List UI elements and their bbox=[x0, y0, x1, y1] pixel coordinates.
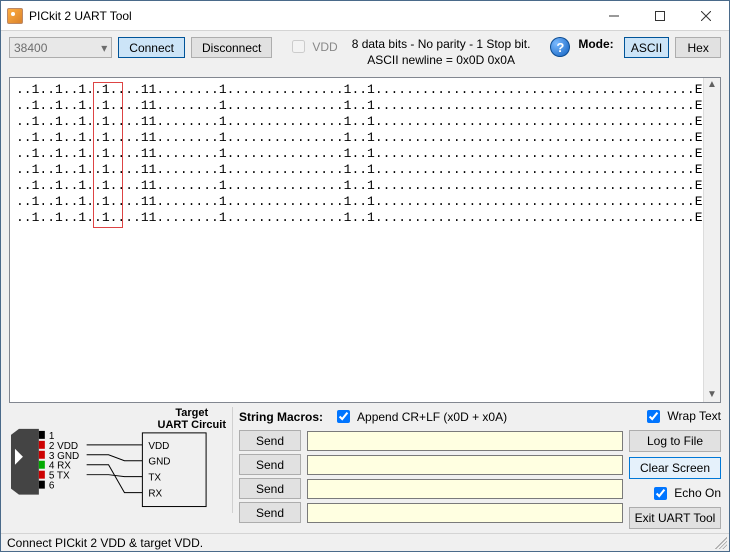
baud-value: 38400 bbox=[14, 41, 47, 55]
macro-row: Send bbox=[239, 454, 623, 475]
svg-text:TX: TX bbox=[148, 473, 161, 484]
maximize-button[interactable] bbox=[637, 1, 683, 31]
append-crlf-input[interactable] bbox=[337, 410, 350, 423]
vdd-checkbox[interactable]: VDD bbox=[288, 37, 337, 56]
titlebar: PICkit 2 UART Tool bbox=[1, 1, 729, 31]
svg-text:RX: RX bbox=[148, 489, 162, 500]
svg-text:6: 6 bbox=[49, 481, 55, 492]
scroll-down-icon: ▼ bbox=[707, 390, 717, 400]
send-button[interactable]: Send bbox=[239, 430, 301, 451]
vdd-checkbox-input[interactable] bbox=[292, 40, 305, 53]
window-title: PICkit 2 UART Tool bbox=[29, 9, 591, 23]
macro-row: Send bbox=[239, 502, 623, 523]
macro-input[interactable] bbox=[307, 503, 623, 523]
help-icon[interactable]: ? bbox=[550, 37, 570, 57]
clear-screen-button[interactable]: Clear Screen bbox=[629, 457, 721, 479]
close-button[interactable] bbox=[683, 1, 729, 31]
window: PICkit 2 UART Tool 38400 ▾ Connect Disco… bbox=[0, 0, 730, 552]
macro-input[interactable] bbox=[307, 455, 623, 475]
macro-input[interactable] bbox=[307, 479, 623, 499]
bottom-panel: Target UART Circuit 1 2 VDD bbox=[9, 407, 721, 529]
vdd-label: VDD bbox=[312, 40, 337, 54]
svg-text:GND: GND bbox=[148, 457, 170, 468]
side-column: Wrap Text Log to File Clear Screen Echo … bbox=[629, 407, 721, 529]
body: 38400 ▾ Connect Disconnect VDD 8 data bi… bbox=[1, 31, 729, 533]
wrap-text-input[interactable] bbox=[647, 410, 660, 423]
circuit-diagram: Target UART Circuit 1 2 VDD bbox=[9, 407, 233, 513]
scroll-up-icon: ▲ bbox=[707, 80, 717, 90]
send-button[interactable]: Send bbox=[239, 502, 301, 523]
append-crlf-label: Append CR+LF (x0D + x0A) bbox=[357, 410, 507, 424]
macro-row: Send bbox=[239, 430, 623, 451]
macro-row: Send bbox=[239, 478, 623, 499]
status-text: Connect PICkit 2 VDD & target VDD. bbox=[7, 536, 203, 550]
macro-input[interactable] bbox=[307, 431, 623, 451]
config-line2: ASCII newline = 0x0D 0x0A bbox=[352, 53, 531, 69]
mode-ascii-button[interactable]: ASCII bbox=[624, 37, 670, 58]
svg-text:VDD: VDD bbox=[148, 441, 169, 452]
mode-hex-button[interactable]: Hex bbox=[675, 37, 721, 58]
config-text: 8 data bits - No parity - 1 Stop bit. AS… bbox=[344, 37, 539, 68]
scrollbar[interactable]: ▲ ▼ bbox=[703, 78, 720, 402]
echo-on-checkbox[interactable]: Echo On bbox=[629, 484, 721, 502]
toolbar: 38400 ▾ Connect Disconnect VDD 8 data bi… bbox=[9, 37, 721, 73]
echo-on-label: Echo On bbox=[674, 486, 721, 500]
exit-button[interactable]: Exit UART Tool bbox=[629, 507, 721, 529]
mode-label: Mode: bbox=[578, 37, 613, 51]
send-button[interactable]: Send bbox=[239, 454, 301, 475]
statusbar: Connect PICkit 2 VDD & target VDD. bbox=[1, 533, 729, 551]
macros-header: String Macros: Append CR+LF (x0D + x0A) bbox=[239, 407, 623, 426]
diagram-svg: 1 2 VDD 3 GND 4 RX 5 TX 6 VDD GND TX RX bbox=[9, 407, 232, 513]
connect-button[interactable]: Connect bbox=[118, 37, 185, 58]
echo-on-input[interactable] bbox=[654, 487, 667, 500]
terminal[interactable]: ..1..1..1..1....11........1.............… bbox=[9, 77, 721, 403]
config-line1: 8 data bits - No parity - 1 Stop bit. bbox=[352, 37, 531, 53]
chevron-down-icon: ▾ bbox=[101, 41, 107, 55]
string-macros: String Macros: Append CR+LF (x0D + x0A) … bbox=[239, 407, 623, 529]
minimize-button[interactable] bbox=[591, 1, 637, 31]
log-to-file-button[interactable]: Log to File bbox=[629, 430, 721, 452]
wrap-text-checkbox[interactable]: Wrap Text bbox=[629, 407, 721, 425]
resize-grip[interactable] bbox=[715, 537, 727, 549]
macros-title: String Macros: bbox=[239, 410, 323, 424]
window-buttons bbox=[591, 1, 729, 30]
disconnect-button[interactable]: Disconnect bbox=[191, 37, 272, 58]
app-icon bbox=[7, 8, 23, 24]
terminal-text: ..1..1..1..1....11........1.............… bbox=[16, 82, 718, 226]
send-button[interactable]: Send bbox=[239, 478, 301, 499]
append-crlf-checkbox[interactable]: Append CR+LF (x0D + x0A) bbox=[333, 407, 507, 426]
wrap-text-label: Wrap Text bbox=[667, 409, 721, 423]
baud-combo[interactable]: 38400 ▾ bbox=[9, 37, 112, 58]
